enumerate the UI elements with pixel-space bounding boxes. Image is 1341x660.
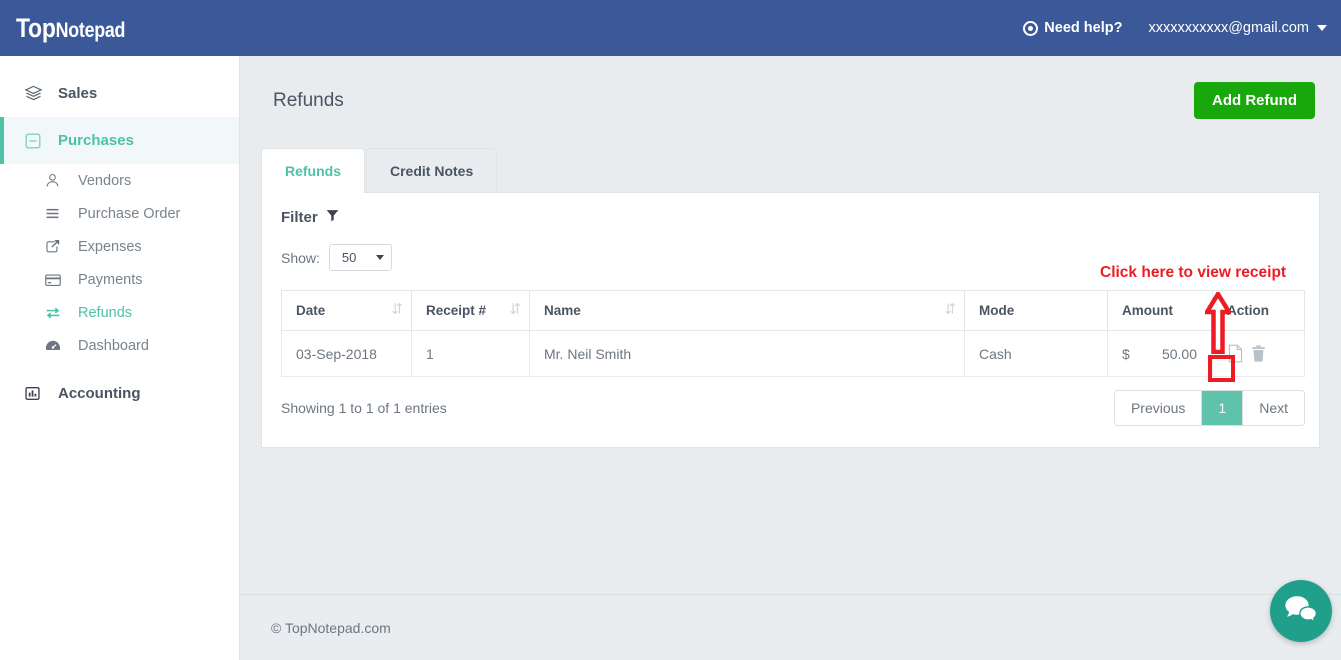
funnel-icon bbox=[326, 209, 339, 226]
sidebar-item-payments[interactable]: Payments bbox=[0, 263, 239, 296]
sidebar-item-expenses[interactable]: Expenses bbox=[0, 230, 239, 263]
tab-bar: Refunds Credit Notes bbox=[240, 148, 1341, 193]
amount-value: 50.00 bbox=[1161, 345, 1197, 362]
column-label: Name bbox=[544, 303, 581, 318]
sidebar-item-label: Purchase Order bbox=[78, 205, 181, 222]
document-icon[interactable] bbox=[1227, 344, 1244, 363]
add-refund-button[interactable]: Add Refund bbox=[1194, 82, 1315, 119]
sidebar-item-vendors[interactable]: Vendors bbox=[0, 164, 239, 197]
column-label: Mode bbox=[979, 303, 1015, 318]
filter-toggle[interactable]: Filter bbox=[262, 193, 1319, 226]
sort-icon bbox=[945, 302, 956, 318]
cell-actions bbox=[1212, 330, 1305, 377]
sidebar-item-sales[interactable]: Sales bbox=[0, 70, 239, 117]
need-help-label: Need help? bbox=[1044, 20, 1123, 36]
table-head: Date Receipt # Name Mode Amount Action bbox=[281, 290, 1305, 331]
credit-card-icon bbox=[44, 271, 78, 289]
sidebar-item-dashboard[interactable]: Dashboard bbox=[0, 329, 239, 362]
minus-square-icon bbox=[24, 132, 58, 150]
chevron-down-icon bbox=[1317, 25, 1327, 31]
user-icon bbox=[44, 172, 78, 189]
tachometer-icon bbox=[44, 337, 78, 355]
column-header-date[interactable]: Date bbox=[281, 290, 412, 331]
chevron-down-icon bbox=[375, 255, 384, 260]
currency-symbol: $ bbox=[1122, 345, 1130, 362]
pagination-page-1[interactable]: 1 bbox=[1202, 391, 1244, 425]
sidebar-item-label: Refunds bbox=[78, 304, 133, 321]
cell-mode: Cash bbox=[964, 330, 1108, 377]
sidebar-item-label: Sales bbox=[58, 85, 98, 102]
app-root: TopNotepad Need help? xxxxxxxxxxx@gmail.… bbox=[0, 0, 1341, 660]
sidebar-item-purchase-order[interactable]: Purchase Order bbox=[0, 197, 239, 230]
user-account-menu[interactable]: xxxxxxxxxxx@gmail.com bbox=[1148, 20, 1327, 36]
column-label: Receipt # bbox=[426, 303, 487, 318]
pagination: Previous 1 Next bbox=[1113, 390, 1305, 426]
page-title: Refunds bbox=[273, 89, 344, 111]
entries-info: Showing 1 to 1 of 1 entries bbox=[281, 400, 447, 416]
cell-receipt: 1 bbox=[411, 330, 530, 377]
column-header-mode[interactable]: Mode bbox=[964, 290, 1108, 331]
table-footer: Showing 1 to 1 of 1 entries Previous 1 N… bbox=[281, 377, 1305, 426]
sort-icon bbox=[510, 302, 521, 318]
filter-label: Filter bbox=[281, 209, 318, 226]
pagination-previous[interactable]: Previous bbox=[1114, 391, 1203, 425]
cell-amount: $ 50.00 bbox=[1107, 330, 1213, 377]
column-label: Amount bbox=[1122, 303, 1173, 318]
sidebar: Sales Purchases Vendors Purchase Order E… bbox=[0, 56, 240, 660]
table-header-row: Date Receipt # Name Mode Amount Action bbox=[281, 290, 1305, 331]
column-header-receipt[interactable]: Receipt # bbox=[411, 290, 530, 331]
main-content: Refunds Add Refund Refunds Credit Notes … bbox=[240, 56, 1341, 660]
cell-date: 03-Sep-2018 bbox=[281, 330, 412, 377]
bar-chart-icon bbox=[24, 385, 58, 402]
trash-icon[interactable] bbox=[1251, 345, 1266, 362]
logo-text-notepad: Notepad bbox=[55, 18, 126, 42]
page-footer: © TopNotepad.com bbox=[240, 594, 1341, 660]
refunds-panel: Filter Show: 50 Date Receipt # Name Mode… bbox=[261, 192, 1320, 448]
tab-refunds[interactable]: Refunds bbox=[261, 148, 365, 193]
header-right-group: Need help? xxxxxxxxxxx@gmail.com bbox=[1023, 20, 1327, 36]
refunds-table: Date Receipt # Name Mode Amount Action 0… bbox=[281, 290, 1305, 377]
tab-credit-notes[interactable]: Credit Notes bbox=[366, 148, 498, 193]
column-header-amount[interactable]: Amount bbox=[1107, 290, 1213, 331]
pagination-next[interactable]: Next bbox=[1243, 391, 1304, 425]
sort-icon bbox=[392, 302, 403, 318]
need-help-link[interactable]: Need help? bbox=[1023, 20, 1122, 36]
sidebar-item-label: Expenses bbox=[78, 238, 142, 255]
chat-bubbles-icon bbox=[1284, 594, 1318, 629]
top-header-bar: TopNotepad Need help? xxxxxxxxxxx@gmail.… bbox=[0, 0, 1341, 56]
sidebar-item-label: Payments bbox=[78, 271, 143, 288]
column-header-name[interactable]: Name bbox=[529, 290, 965, 331]
show-label: Show: bbox=[281, 249, 320, 266]
table-body: 03-Sep-2018 1 Mr. Neil Smith Cash $ 50.0… bbox=[281, 330, 1305, 377]
show-entries-row: Show: 50 bbox=[262, 226, 1319, 271]
share-icon bbox=[44, 238, 78, 255]
page-header: Refunds Add Refund bbox=[240, 56, 1341, 119]
column-header-action: Action bbox=[1212, 290, 1305, 331]
sidebar-item-label: Accounting bbox=[58, 385, 141, 402]
show-entries-select[interactable]: 50 bbox=[328, 244, 392, 271]
sidebar-item-purchases[interactable]: Purchases bbox=[0, 117, 239, 164]
layers-icon bbox=[24, 84, 58, 103]
lifering-icon bbox=[1023, 20, 1039, 36]
list-icon bbox=[44, 205, 78, 222]
sidebar-item-label: Vendors bbox=[78, 172, 132, 189]
copyright-text: © TopNotepad.com bbox=[271, 619, 391, 636]
app-logo[interactable]: TopNotepad bbox=[16, 13, 125, 44]
column-label: Action bbox=[1227, 303, 1269, 318]
logo-text-top: Top bbox=[16, 12, 56, 43]
sidebar-item-label: Dashboard bbox=[78, 337, 149, 354]
sidebar-item-refunds[interactable]: Refunds bbox=[0, 296, 239, 329]
column-label: Date bbox=[296, 303, 326, 318]
sidebar-item-label: Purchases bbox=[58, 132, 134, 149]
cell-name: Mr. Neil Smith bbox=[529, 330, 965, 377]
sidebar-item-accounting[interactable]: Accounting bbox=[0, 370, 239, 417]
chat-widget-button[interactable] bbox=[1270, 580, 1332, 642]
table-row: 03-Sep-2018 1 Mr. Neil Smith Cash $ 50.0… bbox=[281, 330, 1305, 377]
exchange-icon bbox=[44, 304, 78, 322]
user-email-label: xxxxxxxxxxx@gmail.com bbox=[1148, 20, 1309, 36]
show-entries-value: 50 bbox=[341, 250, 357, 265]
